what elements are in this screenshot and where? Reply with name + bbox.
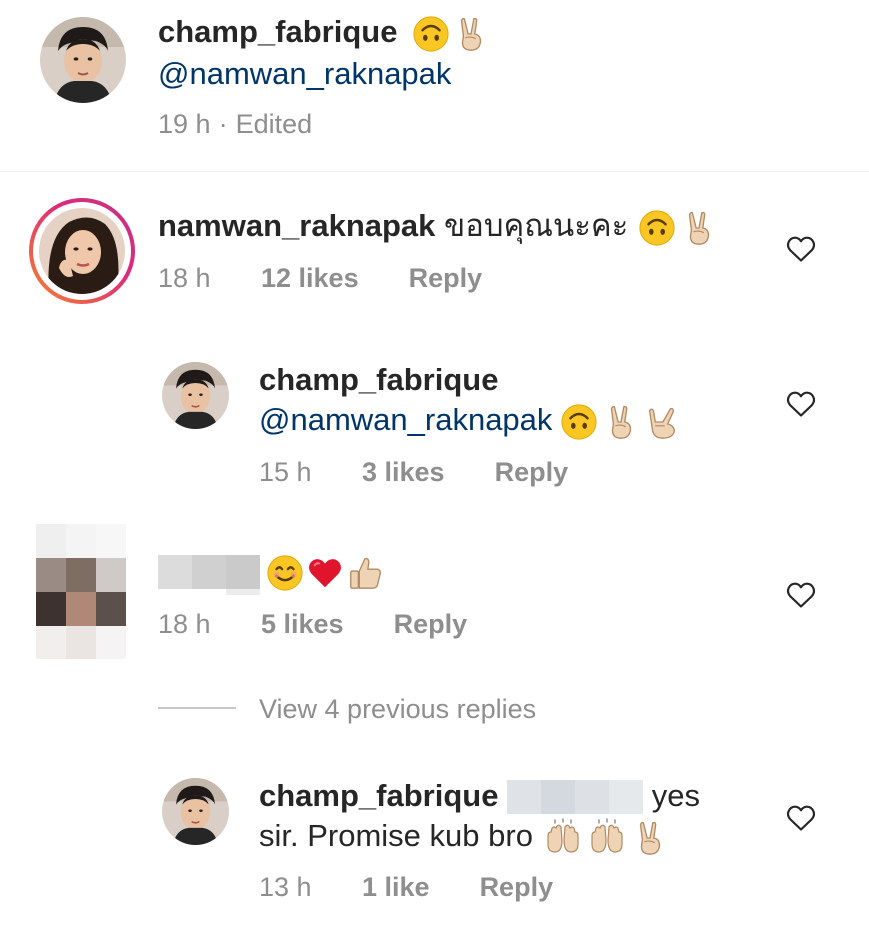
caption-mention[interactable]: @namwan_raknapak — [158, 52, 451, 96]
love-you-hand-emoji — [642, 403, 680, 441]
likes-count[interactable]: 12 likes — [261, 263, 359, 294]
caption-meta: 19 h · Edited — [158, 106, 312, 142]
reply-meta: 15 h 3 likes Reply — [259, 454, 568, 490]
comment-body — [158, 549, 384, 595]
heart-icon[interactable] — [786, 235, 816, 263]
raising-hands-emoji — [543, 818, 583, 858]
reply-time: 13 h — [259, 871, 312, 902]
profile-photo — [39, 208, 125, 294]
comment-time: 18 h — [158, 262, 211, 293]
pixelated-avatar[interactable] — [36, 524, 126, 659]
reply-body: champ_fabrique yes — [259, 774, 700, 820]
profile-photo — [162, 362, 229, 429]
divider — [0, 171, 869, 172]
comment-body: namwan_raknapak ขอบคุณนะคะ — [158, 204, 718, 248]
reply-meta: 13 h 1 like Reply — [259, 869, 553, 905]
avatar[interactable] — [162, 778, 229, 845]
reply-username[interactable]: champ_fabrique — [259, 358, 498, 402]
smiling-face-emoji — [266, 554, 304, 592]
caption-time: 19 h — [158, 108, 211, 139]
thumbs-up-emoji — [346, 554, 384, 592]
reply-mention[interactable]: @namwan_raknapak — [259, 402, 552, 437]
pixelated-profile-photo — [36, 524, 126, 659]
reply-text: sir. Promise kub bro — [259, 818, 533, 853]
comment-meta: 18 h 5 likes Reply — [158, 606, 467, 642]
comment-time: 18 h — [158, 608, 211, 639]
comment-username[interactable]: namwan_raknapak — [158, 208, 435, 243]
caption-separator: · — [218, 108, 228, 139]
pixelated-username — [158, 554, 260, 595]
heart-icon[interactable] — [786, 804, 816, 832]
comment-meta: 18 h 12 likes Reply — [158, 260, 482, 296]
avatar-story-ring[interactable] — [29, 198, 135, 304]
caption-line-1: champ_fabrique — [158, 10, 490, 54]
caption-edited-label: Edited — [235, 108, 313, 139]
victory-hand-emoji — [452, 15, 490, 53]
reply-body-continued: sir. Promise kub bro — [259, 814, 669, 858]
avatar[interactable] — [40, 17, 126, 103]
reply-time: 15 h — [259, 456, 312, 487]
reply-body: @namwan_raknapak — [259, 398, 680, 442]
profile-photo — [40, 17, 126, 103]
upside-down-face-emoji — [412, 15, 450, 53]
reply-button[interactable]: Reply — [394, 609, 468, 640]
view-previous-replies-label[interactable]: View 4 previous replies — [259, 690, 536, 728]
red-heart-emoji — [306, 554, 344, 592]
upside-down-face-emoji — [560, 403, 598, 441]
reply-username[interactable]: champ_fabrique — [259, 778, 498, 813]
replies-line — [158, 707, 236, 709]
avatar[interactable] — [162, 362, 229, 429]
victory-hand-emoji — [680, 209, 718, 247]
reply-button[interactable]: Reply — [409, 263, 483, 294]
likes-count[interactable]: 5 likes — [261, 609, 344, 640]
victory-hand-emoji — [602, 403, 640, 441]
caption-username[interactable]: champ_fabrique — [158, 14, 397, 49]
upside-down-face-emoji — [638, 209, 676, 247]
heart-icon[interactable] — [786, 390, 816, 418]
likes-count[interactable]: 1 like — [362, 872, 430, 903]
profile-photo — [162, 778, 229, 845]
reply-button[interactable]: Reply — [480, 872, 554, 903]
comment-text: ขอบคุณนะคะ — [444, 208, 629, 243]
reply-button[interactable]: Reply — [495, 457, 569, 488]
likes-count[interactable]: 3 likes — [362, 457, 445, 488]
reply-text-start: yes — [651, 778, 700, 813]
raising-hands-emoji — [587, 818, 627, 858]
heart-icon[interactable] — [786, 581, 816, 609]
victory-hand-emoji — [631, 819, 669, 857]
